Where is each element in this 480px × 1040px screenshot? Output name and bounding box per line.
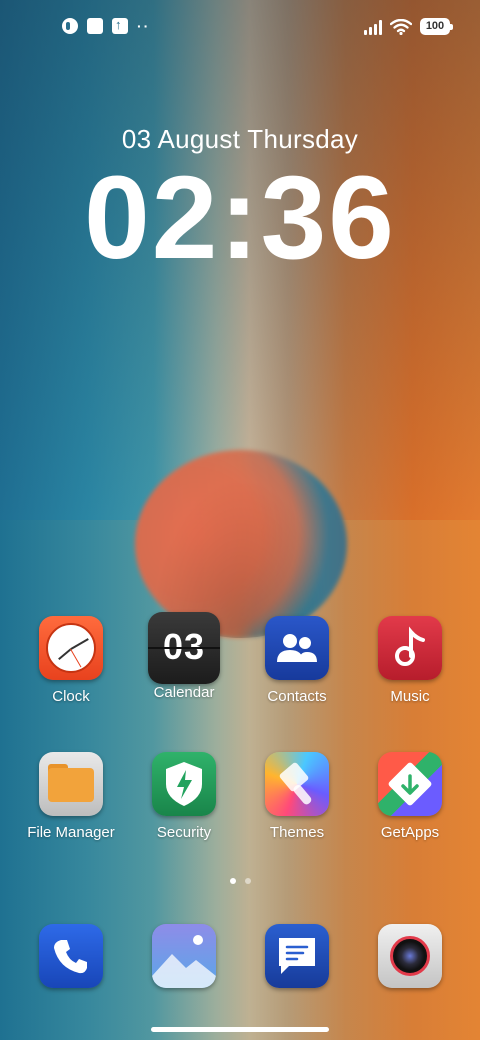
calendar-icon: 03 [148, 612, 220, 684]
app-label: Clock [52, 688, 90, 705]
app-music[interactable]: Music [355, 616, 465, 705]
paintbrush-icon [265, 752, 329, 816]
music-icon [378, 616, 442, 680]
app-contacts[interactable]: Contacts [242, 616, 352, 705]
status-notifications: ·· [62, 17, 151, 34]
upload-icon [112, 17, 128, 34]
notification-square-icon [87, 18, 103, 34]
dock-phone[interactable] [16, 924, 126, 988]
signal-icon [364, 19, 382, 35]
notification-app-icon [62, 18, 78, 34]
dock-camera[interactable] [355, 924, 465, 988]
dock-gallery[interactable] [129, 924, 239, 988]
camera-icon [378, 924, 442, 988]
getapps-icon [378, 752, 442, 816]
wifi-icon [390, 18, 412, 35]
app-label: Music [390, 688, 430, 705]
app-label: Calendar [153, 684, 215, 701]
app-label: GetApps [380, 824, 440, 841]
app-label: File Manager [27, 824, 115, 841]
lockscreen-time: 02:36 [84, 152, 396, 284]
messages-icon [265, 924, 329, 988]
shield-icon [152, 752, 216, 816]
app-label: Themes [269, 824, 325, 841]
contacts-icon [265, 616, 329, 680]
wallpaper-orb-shade [135, 450, 347, 638]
more-notifications-icon: ·· [137, 18, 151, 34]
folder-icon [39, 752, 103, 816]
dock-messages[interactable] [242, 924, 352, 988]
page-dot-1[interactable] [229, 878, 236, 884]
app-clock[interactable]: Clock [16, 616, 126, 705]
app-security[interactable]: Security [129, 752, 239, 841]
page-dot-2[interactable] [244, 878, 251, 884]
phone-icon [39, 924, 103, 988]
gallery-icon [152, 924, 216, 988]
home-indicator[interactable] [151, 1027, 329, 1032]
app-themes[interactable]: Themes [242, 752, 352, 841]
page-indicator[interactable] [0, 878, 480, 884]
app-label: Security [156, 824, 212, 841]
app-file-manager[interactable]: File Manager [16, 752, 126, 841]
battery-icon: 100 [420, 18, 453, 35]
status-bar: ·· 100 [0, 0, 480, 56]
app-label: Contacts [267, 688, 327, 705]
app-calendar[interactable]: 03 Calendar [129, 612, 239, 701]
clock-icon [39, 616, 103, 680]
app-getapps[interactable]: GetApps [355, 752, 465, 841]
status-system-icons: 100 [364, 18, 453, 35]
